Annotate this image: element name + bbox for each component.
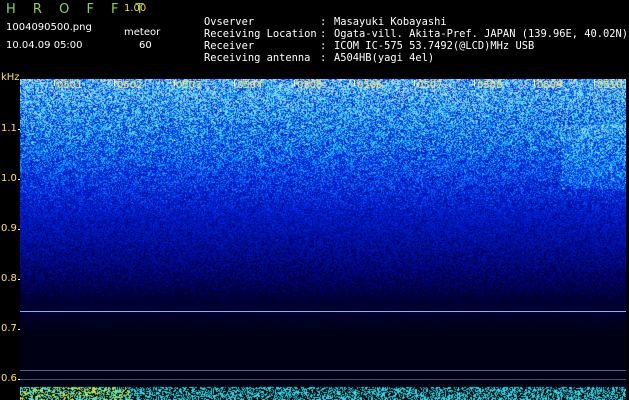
y-tick-label: 1.0 [1, 173, 17, 184]
y-tick-label: 1.1 [1, 123, 17, 134]
spectrogram-plot [20, 79, 626, 400]
time-tick [414, 80, 415, 86]
time-tick [174, 80, 175, 86]
y-axis-unit: kHz [1, 72, 20, 83]
file-name: 1004090500.png [6, 22, 92, 33]
time-tick [294, 80, 295, 86]
time-tick [474, 80, 475, 86]
y-tick-label: 0.7 [1, 323, 17, 334]
time-tick-label: 0508 [477, 80, 503, 91]
header: H R O F F T 1.00 1004090500.png 10.04.09… [0, 0, 629, 78]
meteor-label: meteor [124, 27, 161, 38]
time-tick-label: 0503 [176, 80, 202, 91]
time-tick [234, 80, 235, 86]
time-tick-label: 0505 [297, 80, 323, 91]
carrier-line [20, 311, 626, 312]
y-tick-label: 0.9 [1, 223, 17, 234]
time-tick [534, 80, 535, 86]
time-tick-label: 0506 [357, 80, 383, 91]
meteor-count: 60 [139, 40, 152, 51]
app-version: 1.00 [124, 3, 147, 14]
time-tick-label: 0507 [417, 80, 443, 91]
time-tick [354, 80, 355, 86]
time-tick-label: 0501 [57, 80, 83, 91]
meta-antenna: Receiving antenna: A504HB(yagi 4el) [204, 52, 435, 64]
carrier-line [20, 370, 626, 371]
carrier-line [20, 379, 626, 380]
file-datetime: 10.04.09 05:00 [6, 40, 83, 51]
time-tick-label: 0510 [597, 80, 623, 91]
time-tick-label: 0502 [117, 80, 143, 91]
y-tick-label: 0.6 [1, 373, 17, 384]
time-tick [114, 80, 115, 86]
time-tick [594, 80, 595, 86]
time-tick-label: 0509 [537, 80, 563, 91]
y-tick-label: 0.8 [1, 273, 17, 284]
time-tick [54, 80, 55, 86]
time-tick-label: 0504 [237, 80, 263, 91]
